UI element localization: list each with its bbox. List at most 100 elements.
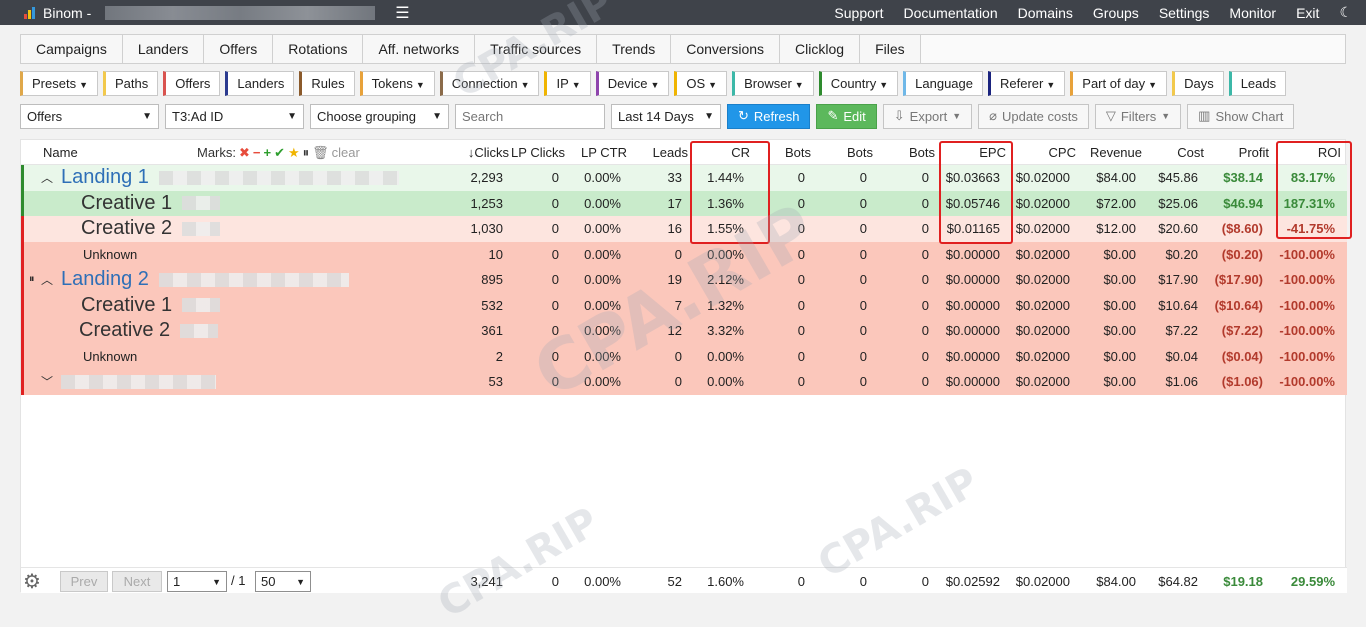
row-name[interactable]: Unknown <box>83 247 137 262</box>
chip-rules[interactable]: Rules <box>299 71 355 96</box>
chip-referer[interactable]: Referer ▼ <box>988 71 1066 96</box>
nav-support[interactable]: Support <box>834 5 883 21</box>
col-bots-2[interactable]: Bots <box>811 140 873 165</box>
tab-conversions[interactable]: Conversions <box>671 35 781 63</box>
show-chart-button[interactable]: ▥ Show Chart <box>1187 103 1295 129</box>
table-row[interactable]: Creative 2 1,030 0 0.00% 16 1.55% 0 0 0 $0.01165 $… <box>21 216 1347 242</box>
group3-value: Choose grouping <box>317 108 417 124</box>
search-input[interactable] <box>455 103 605 129</box>
pause-icon[interactable]: ⏸ <box>29 273 35 286</box>
page-select[interactable]: 1 ▼ <box>167 571 227 592</box>
col-bots-3[interactable]: Bots <box>873 140 935 165</box>
tab-aff-networks[interactable]: Aff. networks <box>363 35 476 63</box>
chip-os[interactable]: OS ▼ <box>674 71 728 96</box>
mark-minus-icon[interactable]: − <box>253 145 261 160</box>
gear-icon[interactable]: ⚙ <box>23 569 41 594</box>
cell-revenue: $72.00 <box>1096 195 1136 211</box>
chip-offers[interactable]: Offers <box>163 71 221 96</box>
chevron-up-icon[interactable]: ︿ <box>41 271 53 288</box>
mark-pause-icon[interactable]: ⏸ <box>303 145 310 161</box>
col-roi[interactable]: ROI <box>1269 140 1341 165</box>
nav-groups[interactable]: Groups <box>1093 5 1139 21</box>
row-name[interactable]: Creative 2 <box>81 217 172 240</box>
table-row[interactable]: ﹀ 53 0 0.00% 0 0.00% 0 0 0 $0.00000 $0.02000 $0.00 $… <box>21 369 1347 395</box>
chip-ip[interactable]: IP ▼ <box>544 71 591 96</box>
chip-device[interactable]: Device ▼ <box>595 71 670 96</box>
nav-monitor[interactable]: Monitor <box>1229 5 1276 21</box>
refresh-button[interactable]: ↻ Refresh <box>727 103 811 129</box>
row-name[interactable]: Landing 2 <box>61 268 149 291</box>
nav-domains[interactable]: Domains <box>1018 5 1073 21</box>
row-name[interactable]: Unknown <box>83 349 137 364</box>
chip-language[interactable]: Language <box>903 71 983 96</box>
row-name[interactable]: Creative 2 <box>79 319 170 342</box>
table-row[interactable]: Creative 2 361 0 0.00% 12 3.32% 0 0 0 $0.00000 $0.… <box>21 318 1347 344</box>
tab-offers[interactable]: Offers <box>204 35 274 63</box>
next-button[interactable]: Next <box>112 571 162 592</box>
chevron-down-icon[interactable]: ﹀ <box>41 373 53 390</box>
col-epc[interactable]: EPC <box>935 140 1006 165</box>
chip-part-of-day[interactable]: Part of day ▼ <box>1070 71 1168 96</box>
group3-select[interactable]: Choose grouping ▼ <box>310 103 449 129</box>
col-clicks[interactable]: ↓ Clicks <box>431 140 509 165</box>
col-cr[interactable]: CR <box>688 140 750 165</box>
row-name[interactable]: Landing 1 <box>61 166 149 189</box>
export-button[interactable]: ⇩ Export ▼ <box>882 103 973 129</box>
chip-days[interactable]: Days <box>1172 71 1224 96</box>
col-lp-clicks[interactable]: LP Clicks <box>509 140 565 165</box>
row-name[interactable]: Creative 1 <box>81 192 172 215</box>
brand[interactable]: Binom - ☰ <box>0 3 410 23</box>
tab-traffic-sources[interactable]: Traffic sources <box>475 35 598 63</box>
col-profit[interactable]: Profit <box>1204 140 1269 165</box>
table-row[interactable]: Creative 1 1,253 0 0.00% 17 1.36% 0 0 0 $0.05746 $… <box>21 190 1347 216</box>
row-name[interactable]: Creative 1 <box>81 294 172 317</box>
tab-rotations[interactable]: Rotations <box>273 35 364 63</box>
table-row[interactable]: ︿ Landing 1 2,293 0 0.00% 33 1.44% 0 0 0 $0.03663 $… <box>21 165 1347 191</box>
col-lp-ctr[interactable]: LP CTR <box>565 140 627 165</box>
marks-clear[interactable]: clear <box>332 145 360 160</box>
chip-landers[interactable]: Landers <box>225 71 295 96</box>
chip-browser[interactable]: Browser ▼ <box>732 71 814 96</box>
tab-landers[interactable]: Landers <box>122 35 205 63</box>
table-row[interactable]: Creative 1 532 0 0.00% 7 1.32% 0 0 0 $0.00000 $0.0… <box>21 292 1347 318</box>
table-row[interactable]: Unknown 10 0 0.00% 0 0.00% 0 0 0 $0.00000 $0.02000… <box>21 241 1347 267</box>
nav-settings[interactable]: Settings <box>1159 5 1210 21</box>
tab-files[interactable]: Files <box>860 35 921 63</box>
tab-trends[interactable]: Trends <box>597 35 672 63</box>
edit-button[interactable]: ✎ Edit <box>816 103 877 129</box>
chip-connection[interactable]: Connection ▼ <box>439 71 540 96</box>
prev-button[interactable]: Prev <box>60 571 108 592</box>
col-bots-1[interactable]: Bots <box>750 140 811 165</box>
chip-country[interactable]: Country ▼ <box>818 71 899 96</box>
chip-paths[interactable]: Paths <box>103 71 159 96</box>
mark-x-icon[interactable]: ✖ <box>239 145 250 161</box>
per-page-select[interactable]: 50 ▼ <box>255 571 311 592</box>
tab-campaigns[interactable]: Campaigns <box>21 35 123 63</box>
chip-leads[interactable]: Leads <box>1228 71 1287 96</box>
group2-select[interactable]: T3:Ad ID ▼ <box>165 103 304 129</box>
table-row[interactable]: ⏸ ︿ Landing 2 895 0 0.00% 19 2.12% 0 0 0 $0.00000 $0… <box>21 267 1347 293</box>
moon-icon[interactable]: ☾ <box>1339 4 1352 21</box>
period-select[interactable]: Last 14 Days ▼ <box>611 103 721 129</box>
filters-button[interactable]: ▽ Filters ▼ <box>1094 103 1182 129</box>
mark-check-icon[interactable]: ✔ <box>274 145 285 161</box>
chip-presets[interactable]: Presets ▼ <box>20 71 98 96</box>
col-cost[interactable]: Cost <box>1142 140 1204 165</box>
tab-clicklog[interactable]: Clicklog <box>780 35 861 63</box>
col-leads[interactable]: Leads <box>627 140 688 165</box>
col-name[interactable]: Name <box>43 140 78 165</box>
mark-star-icon[interactable]: ★ <box>288 145 300 161</box>
chevron-up-icon[interactable]: ︿ <box>41 169 53 186</box>
nav-exit[interactable]: Exit <box>1296 5 1319 21</box>
group1-select[interactable]: Offers ▼ <box>20 103 159 129</box>
redacted-text <box>180 323 219 338</box>
table-row[interactable]: Unknown 2 0 0.00% 0 0.00% 0 0 0 $0.00000 $0.02000 $… <box>21 343 1347 369</box>
chip-tokens[interactable]: Tokens ▼ <box>359 71 435 96</box>
list-icon[interactable]: ☰ <box>395 3 409 23</box>
nav-documentation[interactable]: Documentation <box>903 5 997 21</box>
col-cpc[interactable]: CPC <box>1006 140 1076 165</box>
update-costs-button[interactable]: ⌀ Update costs <box>978 103 1089 129</box>
mark-plus-icon[interactable]: + <box>264 145 272 160</box>
col-revenue[interactable]: Revenue <box>1076 140 1142 165</box>
trash-icon[interactable]: 🗑 <box>312 145 329 161</box>
